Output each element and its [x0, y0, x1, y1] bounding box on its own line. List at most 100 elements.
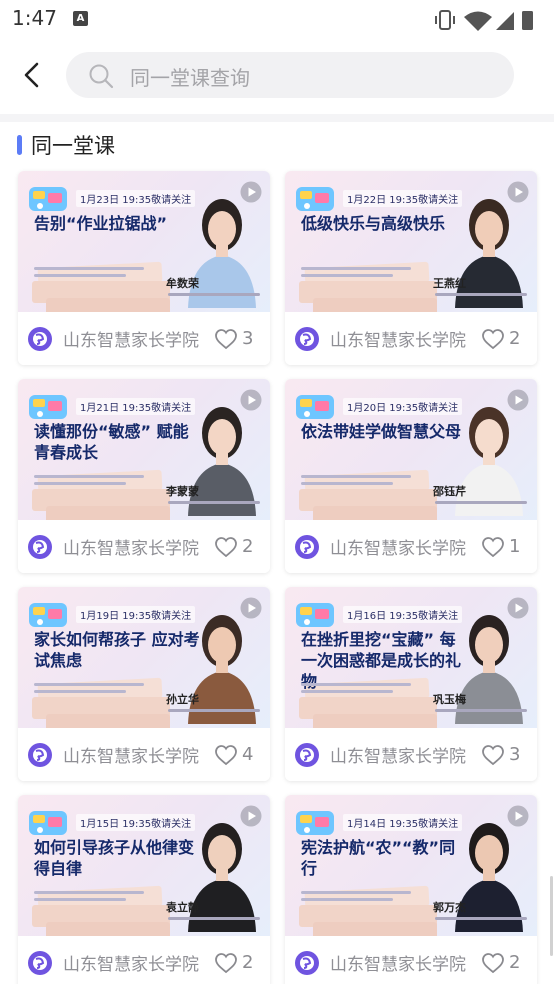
play-icon[interactable]	[507, 597, 529, 619]
program-logo-icon	[296, 603, 334, 627]
section-title: 同一堂课	[31, 134, 115, 158]
play-icon[interactable]	[240, 597, 262, 619]
program-logo-icon	[29, 395, 67, 419]
like-button[interactable]: 3	[214, 327, 260, 351]
heart-icon	[215, 537, 237, 558]
like-count: 1	[509, 536, 521, 557]
speaker-title-line	[168, 709, 260, 712]
speaker-title-line	[435, 917, 527, 920]
program-logo-icon	[296, 187, 334, 211]
vibrate-icon	[435, 10, 455, 30]
course-card[interactable]: 1月20日 19:35敬请关注 依法带娃学做智慧父母 邵钰芹 山东智慧家长学院	[285, 379, 537, 573]
book-decoration	[313, 298, 437, 312]
like-count: 2	[242, 536, 254, 557]
like-button[interactable]: 2	[214, 951, 260, 975]
subtitle-line	[301, 475, 411, 478]
like-button[interactable]: 3	[481, 743, 527, 767]
speaker-title-line	[168, 917, 260, 920]
org-name: 山东智慧家长学院	[330, 955, 466, 975]
signal-icon	[496, 12, 514, 30]
course-thumbnail[interactable]: 1月23日 19:35敬请关注 告别“作业拉锯战” 牟数荣	[18, 171, 270, 312]
course-card[interactable]: 1月23日 19:35敬请关注 告别“作业拉锯战” 牟数荣 山东智慧家长学院 3	[18, 171, 270, 365]
card-footer: 山东智慧家长学院 1	[285, 520, 537, 573]
program-logo-icon	[29, 603, 67, 627]
speaker-name: 王燕红	[433, 277, 466, 290]
course-thumbnail[interactable]: 1月19日 19:35敬请关注 家长如何帮孩子 应对考试焦虑 孙立华	[18, 587, 270, 728]
course-thumbnail[interactable]: 1月22日 19:35敬请关注 低级快乐与高级快乐 王燕红	[285, 171, 537, 312]
card-footer: 山东智慧家长学院 3	[285, 728, 537, 781]
like-button[interactable]: 2	[481, 951, 527, 975]
like-count: 2	[509, 952, 521, 973]
program-logo-icon	[296, 811, 334, 835]
course-card[interactable]: 1月16日 19:35敬请关注 在挫折里挖“宝藏” 每一次困惑都是成长的礼物 巩…	[285, 587, 537, 781]
course-thumbnail[interactable]: 1月21日 19:35敬请关注 读懂那份“敏感” 赋能青春成长 李蒙蒙	[18, 379, 270, 520]
speaker-title-line	[168, 501, 260, 504]
subtitle-line	[301, 274, 393, 277]
org-logo-icon	[28, 743, 52, 767]
speaker-name: 邵钰芹	[433, 485, 466, 498]
org-name: 山东智慧家长学院	[63, 539, 199, 559]
subtitle-line	[301, 891, 411, 894]
play-icon[interactable]	[240, 805, 262, 827]
subtitle-line	[34, 683, 144, 686]
play-icon[interactable]	[507, 181, 529, 203]
back-chevron-icon[interactable]	[10, 54, 52, 96]
like-button[interactable]: 1	[481, 535, 527, 559]
course-thumbnail[interactable]: 1月20日 19:35敬请关注 依法带娃学做智慧父母 邵钰芹	[285, 379, 537, 520]
speaker-name: 袁立静	[166, 901, 199, 914]
course-thumbnail[interactable]: 1月14日 19:35敬请关注 宪法护航“农”“教”同行 郭万杰	[285, 795, 537, 936]
org-name: 山东智慧家长学院	[330, 539, 466, 559]
book-decoration	[46, 506, 170, 520]
program-logo-icon	[296, 395, 334, 419]
course-card[interactable]: 1月15日 19:35敬请关注 如何引导孩子从他律变得自律 袁立静 山东智慧家长…	[18, 795, 270, 984]
org-logo-icon	[295, 951, 319, 975]
org-logo-icon	[28, 951, 52, 975]
card-footer: 山东智慧家长学院 2	[18, 936, 270, 984]
card-footer: 山东智慧家长学院 2	[285, 936, 537, 984]
course-card[interactable]: 1月19日 19:35敬请关注 家长如何帮孩子 应对考试焦虑 孙立华 山东智慧家…	[18, 587, 270, 781]
status-bar: 1:47 A	[0, 0, 554, 38]
like-button[interactable]: 4	[214, 743, 260, 767]
book-decoration	[46, 714, 170, 728]
subtitle-line	[34, 482, 126, 485]
speaker-name: 郭万杰	[433, 901, 466, 914]
heart-icon	[215, 329, 237, 350]
course-card[interactable]: 1月21日 19:35敬请关注 读懂那份“敏感” 赋能青春成长 李蒙蒙 山东智慧…	[18, 379, 270, 573]
course-card[interactable]: 1月14日 19:35敬请关注 宪法护航“农”“教”同行 郭万杰 山东智慧家长学…	[285, 795, 537, 984]
like-button[interactable]: 2	[214, 535, 260, 559]
org-logo-icon	[295, 327, 319, 351]
course-thumbnail[interactable]: 1月16日 19:35敬请关注 在挫折里挖“宝藏” 每一次困惑都是成长的礼物 巩…	[285, 587, 537, 728]
book-decoration	[313, 506, 437, 520]
scrollbar[interactable]	[550, 876, 553, 956]
play-icon[interactable]	[507, 389, 529, 411]
heart-icon	[482, 329, 504, 350]
org-name: 山东智慧家长学院	[63, 747, 199, 767]
heart-icon	[482, 537, 504, 558]
subtitle-line	[34, 891, 144, 894]
status-time: 1:47	[12, 6, 57, 30]
program-logo-icon	[29, 811, 67, 835]
section-accent-bar	[17, 135, 22, 155]
speaker-name: 李蒙蒙	[166, 485, 199, 498]
speaker-name: 巩玉梅	[433, 693, 466, 706]
org-name: 山东智慧家长学院	[63, 331, 199, 351]
search-input[interactable]: 同一堂课查询	[66, 52, 514, 98]
speaker-name: 孙立华	[166, 693, 199, 706]
play-icon[interactable]	[240, 181, 262, 203]
search-icon	[89, 64, 114, 89]
play-icon[interactable]	[507, 805, 529, 827]
play-icon[interactable]	[240, 389, 262, 411]
org-logo-icon	[295, 743, 319, 767]
subtitle-line	[34, 274, 126, 277]
org-logo-icon	[295, 535, 319, 559]
course-card[interactable]: 1月22日 19:35敬请关注 低级快乐与高级快乐 王燕红 山东智慧家长学院 2	[285, 171, 537, 365]
book-decoration	[46, 922, 170, 936]
org-name: 山东智慧家长学院	[330, 747, 466, 767]
book-decoration	[313, 922, 437, 936]
like-button[interactable]: 2	[481, 327, 527, 351]
org-name: 山东智慧家长学院	[330, 331, 466, 351]
course-thumbnail[interactable]: 1月15日 19:35敬请关注 如何引导孩子从他律变得自律 袁立静	[18, 795, 270, 936]
subtitle-line	[301, 267, 411, 270]
org-name: 山东智慧家长学院	[63, 955, 199, 975]
org-logo-icon	[28, 535, 52, 559]
